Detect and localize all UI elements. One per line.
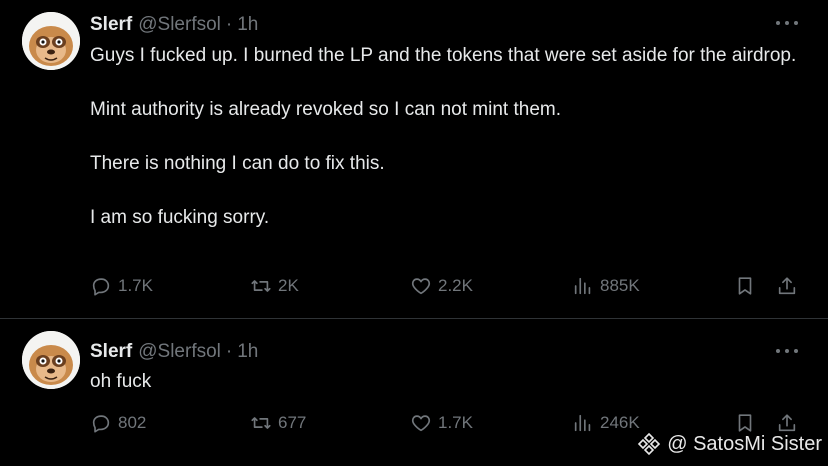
display-name[interactable]: Slerf (90, 14, 132, 36)
view-count: 885K (600, 276, 640, 295)
timestamp[interactable]: 1h (237, 14, 258, 36)
more-dots-icon[interactable] (776, 14, 798, 32)
views-chart-icon (574, 277, 591, 295)
share-button[interactable] (776, 412, 798, 434)
heart-icon (411, 278, 431, 295)
like-button[interactable]: 2.2K (410, 275, 473, 297)
bookmark-icon (738, 277, 752, 295)
bookmark-button[interactable] (734, 275, 756, 297)
bookmark-button[interactable] (734, 412, 756, 434)
like-count: 2.2K (438, 276, 473, 295)
reply-count: 1.7K (118, 276, 153, 295)
tweet-paragraph: I am so fucking sorry. (90, 207, 270, 228)
tweet[interactable]: Slerf @Slerfsol · 1h Guys I fucked up. I… (0, 0, 828, 318)
sloth-avatar-icon (22, 331, 80, 389)
action-bar: 1.7K 2K 2.2K 885K (0, 275, 828, 305)
views-button[interactable]: 885K (572, 275, 640, 297)
tweet-paragraph: There is nothing I can do to fix this. (90, 153, 385, 174)
bookmark-icon (738, 414, 752, 432)
views-chart-icon (574, 414, 591, 432)
views-button[interactable]: 246K (572, 412, 640, 434)
share-button[interactable] (776, 275, 798, 297)
tweet-paragraph: Guys I fucked up. I burned the LP and th… (90, 45, 797, 66)
heart-icon (411, 415, 431, 432)
repost-button[interactable]: 677 (250, 412, 306, 434)
like-button[interactable]: 1.7K (410, 412, 473, 434)
reply-count: 802 (118, 413, 147, 432)
reply-icon (92, 415, 110, 433)
reply-button[interactable]: 802 (90, 412, 146, 434)
view-count: 246K (600, 413, 640, 432)
watermark-text: @ SatosMi Sister (667, 432, 822, 455)
repost-icon (251, 417, 271, 429)
repost-button[interactable]: 2K (250, 275, 299, 297)
separator-dot: · (225, 14, 233, 35)
avatar[interactable] (22, 331, 80, 389)
reply-button[interactable]: 1.7K (90, 275, 153, 297)
sloth-avatar-icon (22, 12, 80, 70)
repost-count: 2K (278, 276, 299, 295)
repost-icon (251, 280, 271, 292)
like-count: 1.7K (438, 413, 473, 432)
binance-diamond-icon (638, 432, 661, 456)
display-name[interactable]: Slerf (90, 341, 132, 363)
user-handle[interactable]: @Slerfsol (138, 341, 221, 363)
tweet-paragraph: Mint authority is already revoked so I c… (90, 99, 561, 120)
timestamp[interactable]: 1h (237, 341, 258, 363)
tweet-header: Slerf @Slerfsol · 1h (90, 341, 258, 363)
avatar[interactable] (22, 12, 80, 70)
separator-dot: · (225, 341, 233, 362)
more-dots-icon[interactable] (776, 342, 798, 360)
tweet-header: Slerf @Slerfsol · 1h (90, 14, 258, 36)
user-handle[interactable]: @Slerfsol (138, 14, 221, 36)
share-icon (778, 414, 796, 432)
tweet-text: Guys I fucked up. I burned the LP and th… (90, 42, 805, 231)
tweet-text: oh fuck (90, 368, 805, 395)
reply-icon (92, 278, 110, 296)
watermark: @ SatosMi Sister (637, 432, 822, 456)
repost-count: 677 (278, 413, 307, 432)
share-icon (778, 277, 796, 295)
tweet-paragraph: oh fuck (90, 371, 152, 392)
